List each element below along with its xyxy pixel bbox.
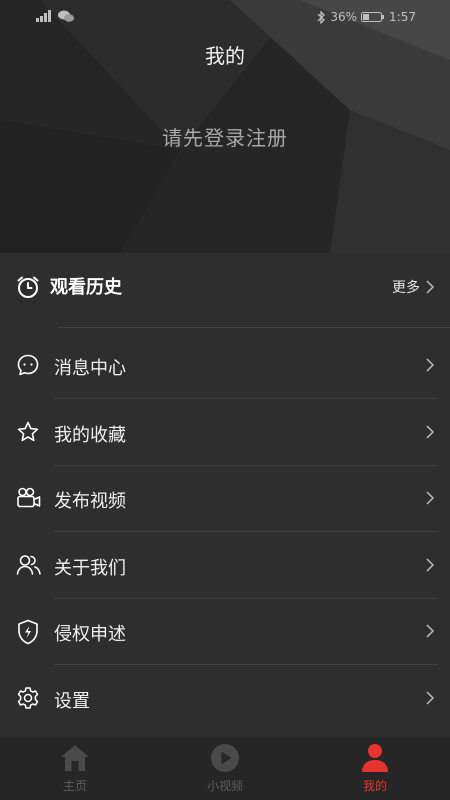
video-camera-icon (17, 487, 41, 508)
menu-item-label: 消息中心 (54, 358, 126, 379)
menu-item-label: 关于我们 (54, 558, 126, 579)
menu-item-infringement-complaint[interactable]: 侵权申述 (0, 599, 450, 665)
menu-divider (54, 664, 438, 665)
chevron-right-icon (426, 691, 434, 705)
star-icon (17, 421, 39, 442)
history-divider (58, 327, 450, 328)
bluetooth-icon (317, 10, 326, 24)
menu-item-label: 设置 (54, 691, 90, 712)
page-title: 我的 (205, 44, 245, 68)
chevron-right-icon (426, 558, 434, 572)
profile-screen: 36% 1:57 我的 请先登录注册 观看历史 更多 消息中心 我的收藏 发布视… (0, 0, 450, 800)
chevron-right-icon (426, 425, 434, 439)
users-icon (16, 555, 41, 575)
status-left (36, 10, 74, 22)
signal-icon (36, 10, 51, 22)
login-register-link[interactable]: 请先登录注册 (0, 122, 450, 151)
clock: 1:57 (389, 10, 416, 24)
menu-item-publish-video[interactable]: 发布视频 (0, 466, 450, 532)
more-link[interactable]: 更多 (392, 277, 434, 297)
menu-item-messages[interactable]: 消息中心 (0, 333, 450, 399)
chat-bubble-icon (17, 354, 39, 376)
menu-item-label: 我的收藏 (54, 425, 126, 446)
menu-divider (54, 398, 438, 399)
gear-icon (17, 687, 39, 709)
chevron-right-icon (426, 358, 434, 372)
battery-icon (361, 12, 385, 22)
battery-percent: 36% (330, 10, 358, 24)
alarm-clock-icon (17, 276, 39, 298)
profile-header: 36% 1:57 我的 请先登录注册 (0, 0, 450, 253)
menu-item-favorites[interactable]: 我的收藏 (0, 400, 450, 466)
chevron-right-icon (426, 624, 434, 638)
nav-label: 我的 (362, 779, 387, 793)
play-circle-icon (211, 744, 239, 772)
menu-card: 观看历史 更多 消息中心 我的收藏 发布视频 关于我们 侵权申述 设置 (0, 253, 450, 737)
menu-item-label: 发布视频 (54, 491, 126, 512)
home-icon (61, 745, 89, 771)
menu-divider (54, 531, 438, 532)
nav-tab-home[interactable]: 主页 (0, 737, 150, 800)
profile-icon (362, 744, 388, 772)
chevron-right-icon (426, 280, 434, 294)
wechat-icon (58, 10, 74, 22)
status-bar: 36% 1:57 (0, 0, 450, 36)
status-right: 36% 1:57 (316, 10, 416, 24)
watch-history-title: 观看历史 (50, 277, 122, 298)
watch-history-row[interactable]: 观看历史 更多 (0, 253, 450, 323)
menu-item-label: 侵权申述 (54, 624, 126, 645)
chevron-right-icon (426, 491, 434, 505)
nav-tab-short-video[interactable]: 小视频 (150, 737, 300, 800)
shield-bolt-icon (18, 619, 38, 645)
nav-label: 小视频 (206, 779, 243, 793)
nav-tab-profile[interactable]: 我的 (300, 737, 450, 800)
menu-item-settings[interactable]: 设置 (0, 666, 450, 732)
bottom-nav: 主页 小视频 我的 (0, 737, 450, 800)
menu-item-about-us[interactable]: 关于我们 (0, 533, 450, 599)
nav-label: 主页 (62, 779, 87, 793)
more-label: 更多 (392, 280, 420, 296)
